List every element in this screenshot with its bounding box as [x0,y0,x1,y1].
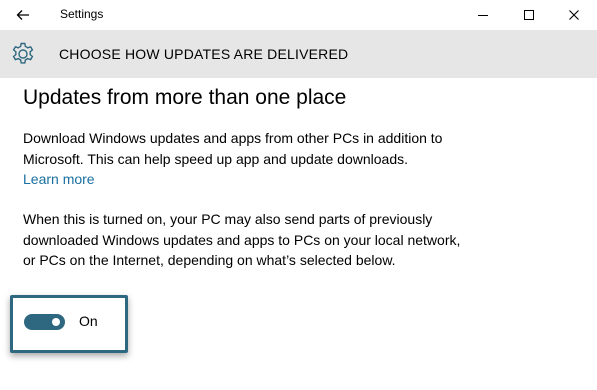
back-arrow-icon [16,10,29,20]
delivery-optimization-toggle[interactable] [24,314,65,330]
window-title: Settings [60,7,104,21]
sharing-explanation: When this is turned on, your PC may also… [23,211,461,268]
maximize-icon [524,10,534,20]
toggle-knob [52,318,60,326]
toggle-highlight-box: On [10,295,128,353]
close-button[interactable] [551,0,597,30]
description-paragraph: Download Windows updates and apps from o… [23,128,473,190]
learn-more-link[interactable]: Learn more [23,171,95,187]
title-bar: Settings [0,0,597,30]
description-text: Download Windows updates and apps from o… [23,130,443,167]
toggle-state-label: On [79,313,98,329]
back-button[interactable] [6,1,40,29]
minimize-icon [478,15,488,16]
close-icon [569,10,579,20]
maximize-button[interactable] [506,0,552,30]
gear-icon [12,42,34,64]
page-title: CHOOSE HOW UPDATES ARE DELIVERED [59,46,349,62]
page-header: CHOOSE HOW UPDATES ARE DELIVERED [0,30,597,78]
section-heading: Updates from more than one place [23,86,347,109]
minimize-button[interactable] [460,0,506,30]
